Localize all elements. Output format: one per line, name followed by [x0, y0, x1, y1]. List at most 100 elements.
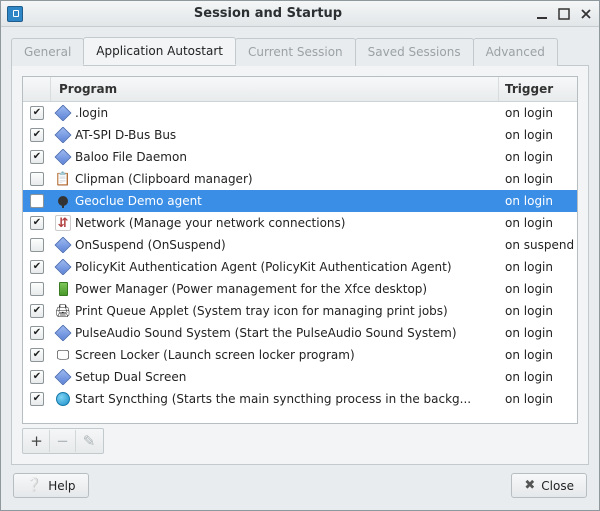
row-checkbox-cell [23, 172, 51, 186]
row-program-cell: Power Manager (Power management for the … [51, 281, 499, 297]
row-program-label: Start Syncthing (Starts the main syncthi… [75, 392, 471, 406]
table-row[interactable]: Print Queue Applet (System tray icon for… [23, 300, 577, 322]
edit-button[interactable]: ✎ [76, 430, 102, 452]
row-checkbox-cell [23, 238, 51, 252]
table-row[interactable]: Network (Manage your network connections… [23, 212, 577, 234]
row-checkbox[interactable] [30, 106, 44, 120]
row-trigger-cell: on login [499, 348, 577, 362]
row-program-cell: AT-SPI D-Bus Bus [51, 127, 499, 143]
row-program-cell: PulseAudio Sound System (Start the Pulse… [51, 325, 499, 341]
network-icon [55, 215, 71, 231]
row-trigger-cell: on suspend [499, 238, 577, 252]
tab-advanced[interactable]: Advanced [473, 38, 558, 66]
row-program-label: Baloo File Daemon [75, 150, 187, 164]
row-program-cell: Baloo File Daemon [51, 149, 499, 165]
row-program-label: OnSuspend (OnSuspend) [75, 238, 226, 252]
row-program-label: Network (Manage your network connections… [75, 216, 345, 230]
row-trigger-cell: on login [499, 370, 577, 384]
table-row[interactable]: Start Syncthing (Starts the main syncthi… [23, 388, 577, 410]
row-checkbox-cell [23, 326, 51, 340]
row-checkbox-cell [23, 260, 51, 274]
table-row[interactable]: .loginon login [23, 102, 577, 124]
row-checkbox[interactable] [30, 260, 44, 274]
table-row[interactable]: AT-SPI D-Bus Buson login [23, 124, 577, 146]
table-row[interactable]: Clipman (Clipboard manager)on login [23, 168, 577, 190]
screen-icon [55, 347, 71, 363]
row-trigger-cell: on login [499, 216, 577, 230]
row-program-label: Geoclue Demo agent [75, 194, 202, 208]
row-trigger-cell: on login [499, 392, 577, 406]
row-checkbox[interactable] [30, 392, 44, 406]
row-program-label: Screen Locker (Launch screen locker prog… [75, 348, 355, 362]
tab-general[interactable]: General [11, 38, 84, 66]
row-checkbox-cell [23, 304, 51, 318]
row-trigger-cell: on login [499, 172, 577, 186]
table-row[interactable]: PolicyKit Authentication Agent (PolicyKi… [23, 256, 577, 278]
titlebar: Session and Startup [1, 1, 599, 27]
row-program-cell: Screen Locker (Launch screen locker prog… [51, 347, 499, 363]
session-startup-window: Session and Startup GeneralApplication A… [0, 0, 600, 511]
row-checkbox[interactable] [30, 194, 44, 208]
table-row[interactable]: Power Manager (Power management for the … [23, 278, 577, 300]
row-checkbox[interactable] [30, 172, 44, 186]
row-program-cell: Geoclue Demo agent [51, 193, 499, 209]
help-button[interactable]: ❔ Help [13, 473, 89, 498]
row-checkbox-cell [23, 348, 51, 362]
row-program-label: PulseAudio Sound System (Start the Pulse… [75, 326, 457, 340]
diamond-icon [55, 259, 71, 275]
row-trigger-cell: on login [499, 282, 577, 296]
list-header: Program Trigger [23, 77, 577, 102]
row-checkbox-cell [23, 392, 51, 406]
maximize-button[interactable] [557, 7, 571, 21]
table-row[interactable]: Screen Locker (Launch screen locker prog… [23, 344, 577, 366]
row-trigger-cell: on login [499, 326, 577, 340]
row-program-label: Power Manager (Power management for the … [75, 282, 427, 296]
table-row[interactable]: Geoclue Demo agent on login [23, 190, 577, 212]
bottom-bar: ❔ Help ✖ Close [1, 473, 599, 510]
row-checkbox-cell [23, 216, 51, 230]
column-checkbox[interactable] [23, 77, 51, 101]
close-button[interactable]: ✖ Close [511, 473, 587, 498]
pin-icon [55, 193, 71, 209]
clipboard-icon [55, 171, 71, 187]
row-checkbox[interactable] [30, 128, 44, 142]
row-program-cell: Print Queue Applet (System tray icon for… [51, 303, 499, 319]
list-toolbar: + − ✎ [22, 428, 104, 454]
column-trigger[interactable]: Trigger [499, 77, 577, 101]
help-icon: ❔ [26, 478, 42, 493]
tab-application-autostart[interactable]: Application Autostart [83, 37, 236, 65]
row-checkbox[interactable] [30, 150, 44, 164]
table-row[interactable]: Baloo File Daemon on login [23, 146, 577, 168]
row-trigger-cell: on login [499, 150, 577, 164]
add-button[interactable]: + [24, 430, 50, 452]
table-row[interactable]: Setup Dual Screenon login [23, 366, 577, 388]
diamond-icon [55, 325, 71, 341]
table-row[interactable]: PulseAudio Sound System (Start the Pulse… [23, 322, 577, 344]
row-trigger-cell: on login [499, 194, 577, 208]
column-program[interactable]: Program [51, 77, 499, 101]
tab-current-session[interactable]: Current Session [235, 38, 356, 66]
row-checkbox[interactable] [30, 238, 44, 252]
row-program-cell: OnSuspend (OnSuspend) [51, 237, 499, 253]
row-checkbox-cell [23, 194, 51, 208]
row-checkbox[interactable] [30, 326, 44, 340]
table-row[interactable]: OnSuspend (OnSuspend) on suspend [23, 234, 577, 256]
row-checkbox[interactable] [30, 370, 44, 384]
tab-saved-sessions[interactable]: Saved Sessions [355, 38, 474, 66]
row-checkbox[interactable] [30, 216, 44, 230]
row-program-label: PolicyKit Authentication Agent (PolicyKi… [75, 260, 452, 274]
tab-bar: GeneralApplication AutostartCurrent Sess… [1, 27, 599, 65]
help-label: Help [48, 479, 75, 493]
autostart-panel: Program Trigger .loginon loginAT-SPI D-B… [11, 65, 589, 465]
close-window-button[interactable] [579, 7, 593, 21]
diamond-icon [55, 149, 71, 165]
row-checkbox[interactable] [30, 348, 44, 362]
minimize-button[interactable] [535, 7, 549, 21]
row-program-label: .login [75, 106, 108, 120]
row-checkbox[interactable] [30, 304, 44, 318]
row-checkbox[interactable] [30, 282, 44, 296]
list-body[interactable]: .loginon loginAT-SPI D-Bus Buson loginBa… [23, 102, 577, 423]
row-program-label: Print Queue Applet (System tray icon for… [75, 304, 448, 318]
remove-button[interactable]: − [50, 430, 76, 452]
row-checkbox-cell [23, 106, 51, 120]
